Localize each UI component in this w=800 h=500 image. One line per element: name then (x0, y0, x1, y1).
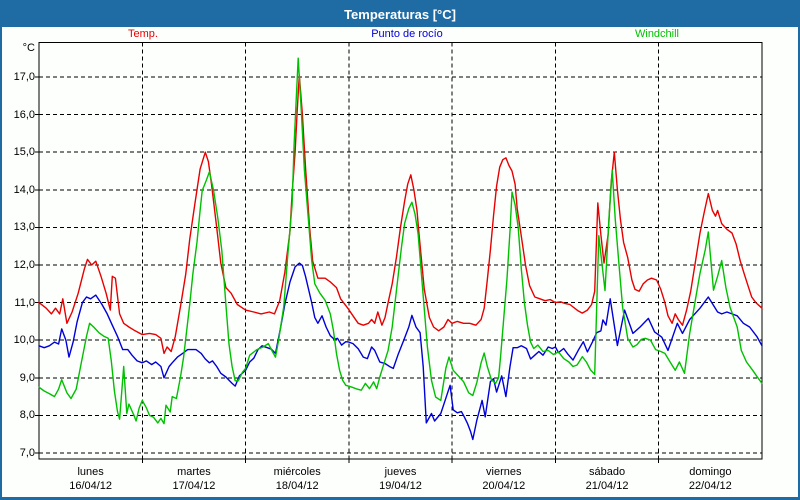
x-day-date: 18/04/12 (276, 480, 319, 493)
series-line-0 (39, 75, 762, 353)
x-day-name: miércoles (274, 466, 321, 479)
x-day-name: jueves (385, 466, 417, 479)
window-title: Temperaturas [°C] (344, 7, 456, 22)
y-tick-label: 14,0 (4, 184, 35, 196)
y-tick-label: 8,0 (4, 409, 35, 421)
y-axis-unit-label: °C (4, 42, 35, 54)
x-day-date: 21/04/12 (586, 480, 629, 493)
x-day-date: 17/04/12 (173, 480, 216, 493)
x-day-name: sábado (589, 466, 625, 479)
x-day-name: martes (177, 466, 211, 479)
x-day-date: 20/04/12 (482, 480, 525, 493)
y-tick-label: 12,0 (4, 259, 35, 271)
x-day-date: 16/04/12 (69, 480, 112, 493)
chart-canvas (2, 27, 798, 497)
y-tick-label: 16,0 (4, 109, 35, 121)
app-window: Temperaturas [°C] Temp.Punto de rocíoWin… (0, 0, 800, 500)
title-bar: Temperaturas [°C] (2, 2, 798, 27)
x-day-date: 19/04/12 (379, 480, 422, 493)
x-day-name: domingo (689, 466, 731, 479)
y-tick-label: 15,0 (4, 146, 35, 158)
y-tick-label: 13,0 (4, 221, 35, 233)
y-tick-label: 7,0 (4, 447, 35, 459)
x-day-date: 22/04/12 (689, 480, 732, 493)
series-line-1 (39, 263, 762, 439)
y-tick-label: 9,0 (4, 372, 35, 384)
chart-panel: Temp.Punto de rocíoWindchill 7,08,09,010… (2, 27, 798, 497)
x-day-name: viernes (486, 466, 521, 479)
x-day-name: lunes (77, 466, 103, 479)
y-tick-label: 10,0 (4, 334, 35, 346)
y-tick-label: 17,0 (4, 71, 35, 83)
series-line-2 (39, 58, 762, 424)
y-tick-label: 11,0 (4, 297, 35, 309)
